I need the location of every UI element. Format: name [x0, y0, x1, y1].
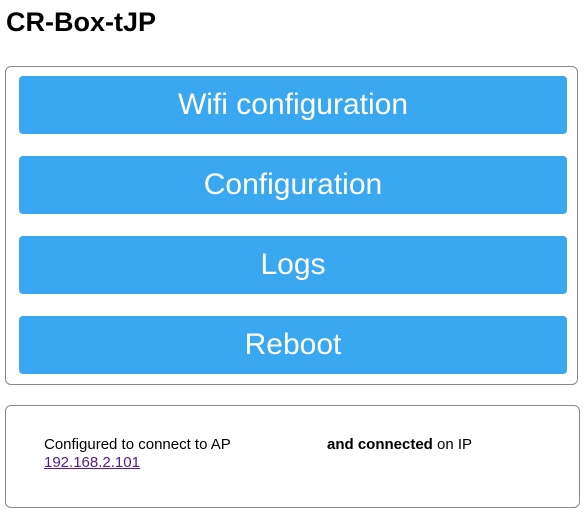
- page-title: CR-Box-tJP: [6, 7, 157, 37]
- menu-panel: Wifi configuration Configuration Logs Re…: [5, 66, 578, 385]
- configuration-button[interactable]: Configuration: [19, 156, 567, 214]
- logs-button[interactable]: Logs: [19, 236, 567, 294]
- connection-status: and connected on IP: [327, 436, 472, 454]
- wifi-configuration-button[interactable]: Wifi configuration: [19, 76, 567, 134]
- on-ip-label: on IP: [437, 436, 473, 453]
- ip-address-link[interactable]: 192.168.2.101: [44, 454, 140, 472]
- connected-label: and connected: [327, 436, 433, 453]
- status-panel: Configured to connect to AP and connecte…: [5, 405, 580, 508]
- configured-ap-text: Configured to connect to AP: [44, 436, 231, 453]
- reboot-button[interactable]: Reboot: [19, 316, 567, 374]
